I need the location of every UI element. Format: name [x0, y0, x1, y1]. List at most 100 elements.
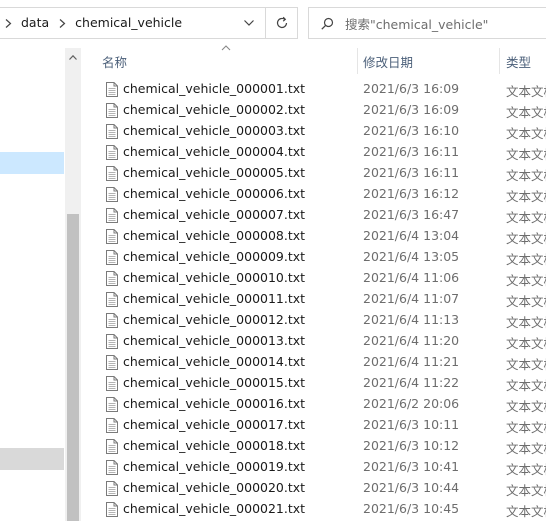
file-row[interactable]: chemical_vehicle_000003.txt 2021/6/3 16:… [81, 121, 546, 142]
text-file-icon [106, 334, 118, 349]
file-type: 文本文档 [506, 420, 546, 435]
file-row[interactable]: chemical_vehicle_000014.txt 2021/6/4 11:… [81, 352, 546, 373]
toolbar: data chemical_vehicle 搜索"chemical_vehicl… [0, 0, 546, 48]
file-type: 文本文档 [506, 336, 546, 351]
breadcrumb: data chemical_vehicle [0, 8, 186, 38]
file-type: 文本文档 [506, 504, 546, 519]
file-name: chemical_vehicle_000012.txt [123, 312, 306, 327]
file-type: 文本文档 [506, 315, 546, 330]
file-row[interactable]: chemical_vehicle_000021.txt 2021/6/3 10:… [81, 499, 546, 520]
text-file-icon [106, 145, 118, 160]
address-history-dropdown[interactable] [235, 8, 263, 38]
address-bar[interactable]: data chemical_vehicle [0, 7, 298, 39]
text-file-icon [106, 481, 118, 496]
text-file-icon [106, 124, 118, 139]
file-name: chemical_vehicle_000006.txt [123, 186, 306, 201]
file-type: 文本文档 [506, 210, 546, 225]
file-row[interactable]: chemical_vehicle_000016.txt 2021/6/2 20:… [81, 394, 546, 415]
file-modified-date: 2021/6/3 16:09 [363, 81, 460, 96]
file-type: 文本文档 [506, 273, 546, 288]
text-file-icon [106, 439, 118, 454]
navigation-scrollbar[interactable] [65, 48, 81, 521]
text-file-icon [106, 166, 118, 181]
file-modified-date: 2021/6/3 10:12 [363, 438, 460, 453]
scrollbar-thumb[interactable] [67, 214, 79, 521]
file-modified-date: 2021/6/4 11:22 [363, 375, 460, 390]
breadcrumb-item-chemical-vehicle[interactable]: chemical_vehicle [71, 8, 186, 38]
file-row[interactable]: chemical_vehicle_000019.txt 2021/6/3 10:… [81, 457, 546, 478]
text-file-icon [106, 187, 118, 202]
file-type: 文本文档 [506, 441, 546, 456]
file-row[interactable]: chemical_vehicle_000018.txt 2021/6/3 10:… [81, 436, 546, 457]
file-type: 文本文档 [506, 231, 546, 246]
file-name: chemical_vehicle_000018.txt [123, 438, 306, 453]
text-file-icon [106, 208, 118, 223]
refresh-button[interactable] [265, 8, 297, 38]
breadcrumb-item-data[interactable]: data [17, 8, 53, 38]
chevron-down-icon [244, 20, 254, 26]
file-type: 文本文档 [506, 189, 546, 204]
file-type: 文本文档 [506, 84, 546, 99]
file-modified-date: 2021/6/2 20:06 [363, 396, 460, 411]
file-row[interactable]: chemical_vehicle_000008.txt 2021/6/4 13:… [81, 226, 546, 247]
file-name: chemical_vehicle_000017.txt [123, 417, 306, 432]
file-type: 文本文档 [506, 399, 546, 414]
file-row[interactable]: chemical_vehicle_000015.txt 2021/6/4 11:… [81, 373, 546, 394]
file-row[interactable]: chemical_vehicle_000005.txt 2021/6/3 16:… [81, 163, 546, 184]
file-name: chemical_vehicle_000014.txt [123, 354, 306, 369]
file-name: chemical_vehicle_000008.txt [123, 228, 306, 243]
file-modified-date: 2021/6/4 11:21 [363, 354, 460, 369]
file-modified-date: 2021/6/3 16:11 [363, 144, 460, 159]
file-name: chemical_vehicle_000009.txt [123, 249, 306, 264]
file-name: chemical_vehicle_000004.txt [123, 144, 306, 159]
search-input[interactable]: 搜索"chemical_vehicle" [345, 14, 488, 33]
file-type: 文本文档 [506, 357, 546, 372]
file-row[interactable]: chemical_vehicle_000007.txt 2021/6/3 16:… [81, 205, 546, 226]
file-modified-date: 2021/6/3 10:11 [363, 417, 460, 432]
chevron-right-icon[interactable] [0, 8, 17, 38]
column-header-date-label: 修改日期 [363, 55, 414, 70]
file-modified-date: 2021/6/4 11:20 [363, 333, 460, 348]
file-row[interactable]: chemical_vehicle_000010.txt 2021/6/4 11:… [81, 268, 546, 289]
file-name: chemical_vehicle_000019.txt [123, 459, 306, 474]
nav-item-selected[interactable] [0, 152, 64, 174]
file-name: chemical_vehicle_000007.txt [123, 207, 306, 222]
file-modified-date: 2021/6/3 16:47 [363, 207, 460, 222]
file-row[interactable]: chemical_vehicle_000011.txt 2021/6/4 11:… [81, 289, 546, 310]
nav-item-hovered[interactable] [0, 448, 64, 470]
text-file-icon [106, 313, 118, 328]
file-row[interactable]: chemical_vehicle_000004.txt 2021/6/3 16:… [81, 142, 546, 163]
file-name: chemical_vehicle_000015.txt [123, 375, 306, 390]
file-row[interactable]: chemical_vehicle_000006.txt 2021/6/3 16:… [81, 184, 546, 205]
file-modified-date: 2021/6/3 10:44 [363, 480, 460, 495]
text-file-icon [106, 460, 118, 475]
file-type: 文本文档 [506, 126, 546, 141]
column-header-date[interactable]: 修改日期 [357, 48, 499, 74]
file-row[interactable]: chemical_vehicle_000012.txt 2021/6/4 11:… [81, 310, 546, 331]
text-file-icon [106, 271, 118, 286]
chevron-right-icon[interactable] [53, 8, 71, 38]
file-row[interactable]: chemical_vehicle_000009.txt 2021/6/4 13:… [81, 247, 546, 268]
search-box[interactable]: 搜索"chemical_vehicle" [308, 7, 546, 39]
file-name: chemical_vehicle_000002.txt [123, 102, 306, 117]
column-header-type[interactable]: 类型 [499, 48, 546, 74]
file-row[interactable]: chemical_vehicle_000001.txt 2021/6/3 16:… [81, 79, 546, 100]
file-modified-date: 2021/6/4 13:05 [363, 249, 460, 264]
file-name: chemical_vehicle_000021.txt [123, 501, 306, 516]
file-modified-date: 2021/6/3 10:45 [363, 501, 460, 516]
file-row[interactable]: chemical_vehicle_000017.txt 2021/6/3 10:… [81, 415, 546, 436]
file-row[interactable]: chemical_vehicle_000013.txt 2021/6/4 11:… [81, 331, 546, 352]
column-header-name-label: 名称 [102, 55, 128, 70]
file-row[interactable]: chemical_vehicle_000002.txt 2021/6/3 16:… [81, 100, 546, 121]
file-modified-date: 2021/6/3 16:10 [363, 123, 460, 138]
file-name: chemical_vehicle_000016.txt [123, 396, 306, 411]
file-row[interactable]: chemical_vehicle_000020.txt 2021/6/3 10:… [81, 478, 546, 499]
text-file-icon [106, 250, 118, 265]
file-modified-date: 2021/6/4 11:06 [363, 270, 460, 285]
column-header-name[interactable]: 名称 [81, 48, 357, 74]
column-header-type-label: 类型 [506, 55, 532, 70]
scroll-up-arrow-icon[interactable] [65, 48, 81, 66]
navigation-pane [0, 48, 65, 521]
file-modified-date: 2021/6/4 13:04 [363, 228, 460, 243]
file-type: 文本文档 [506, 105, 546, 120]
